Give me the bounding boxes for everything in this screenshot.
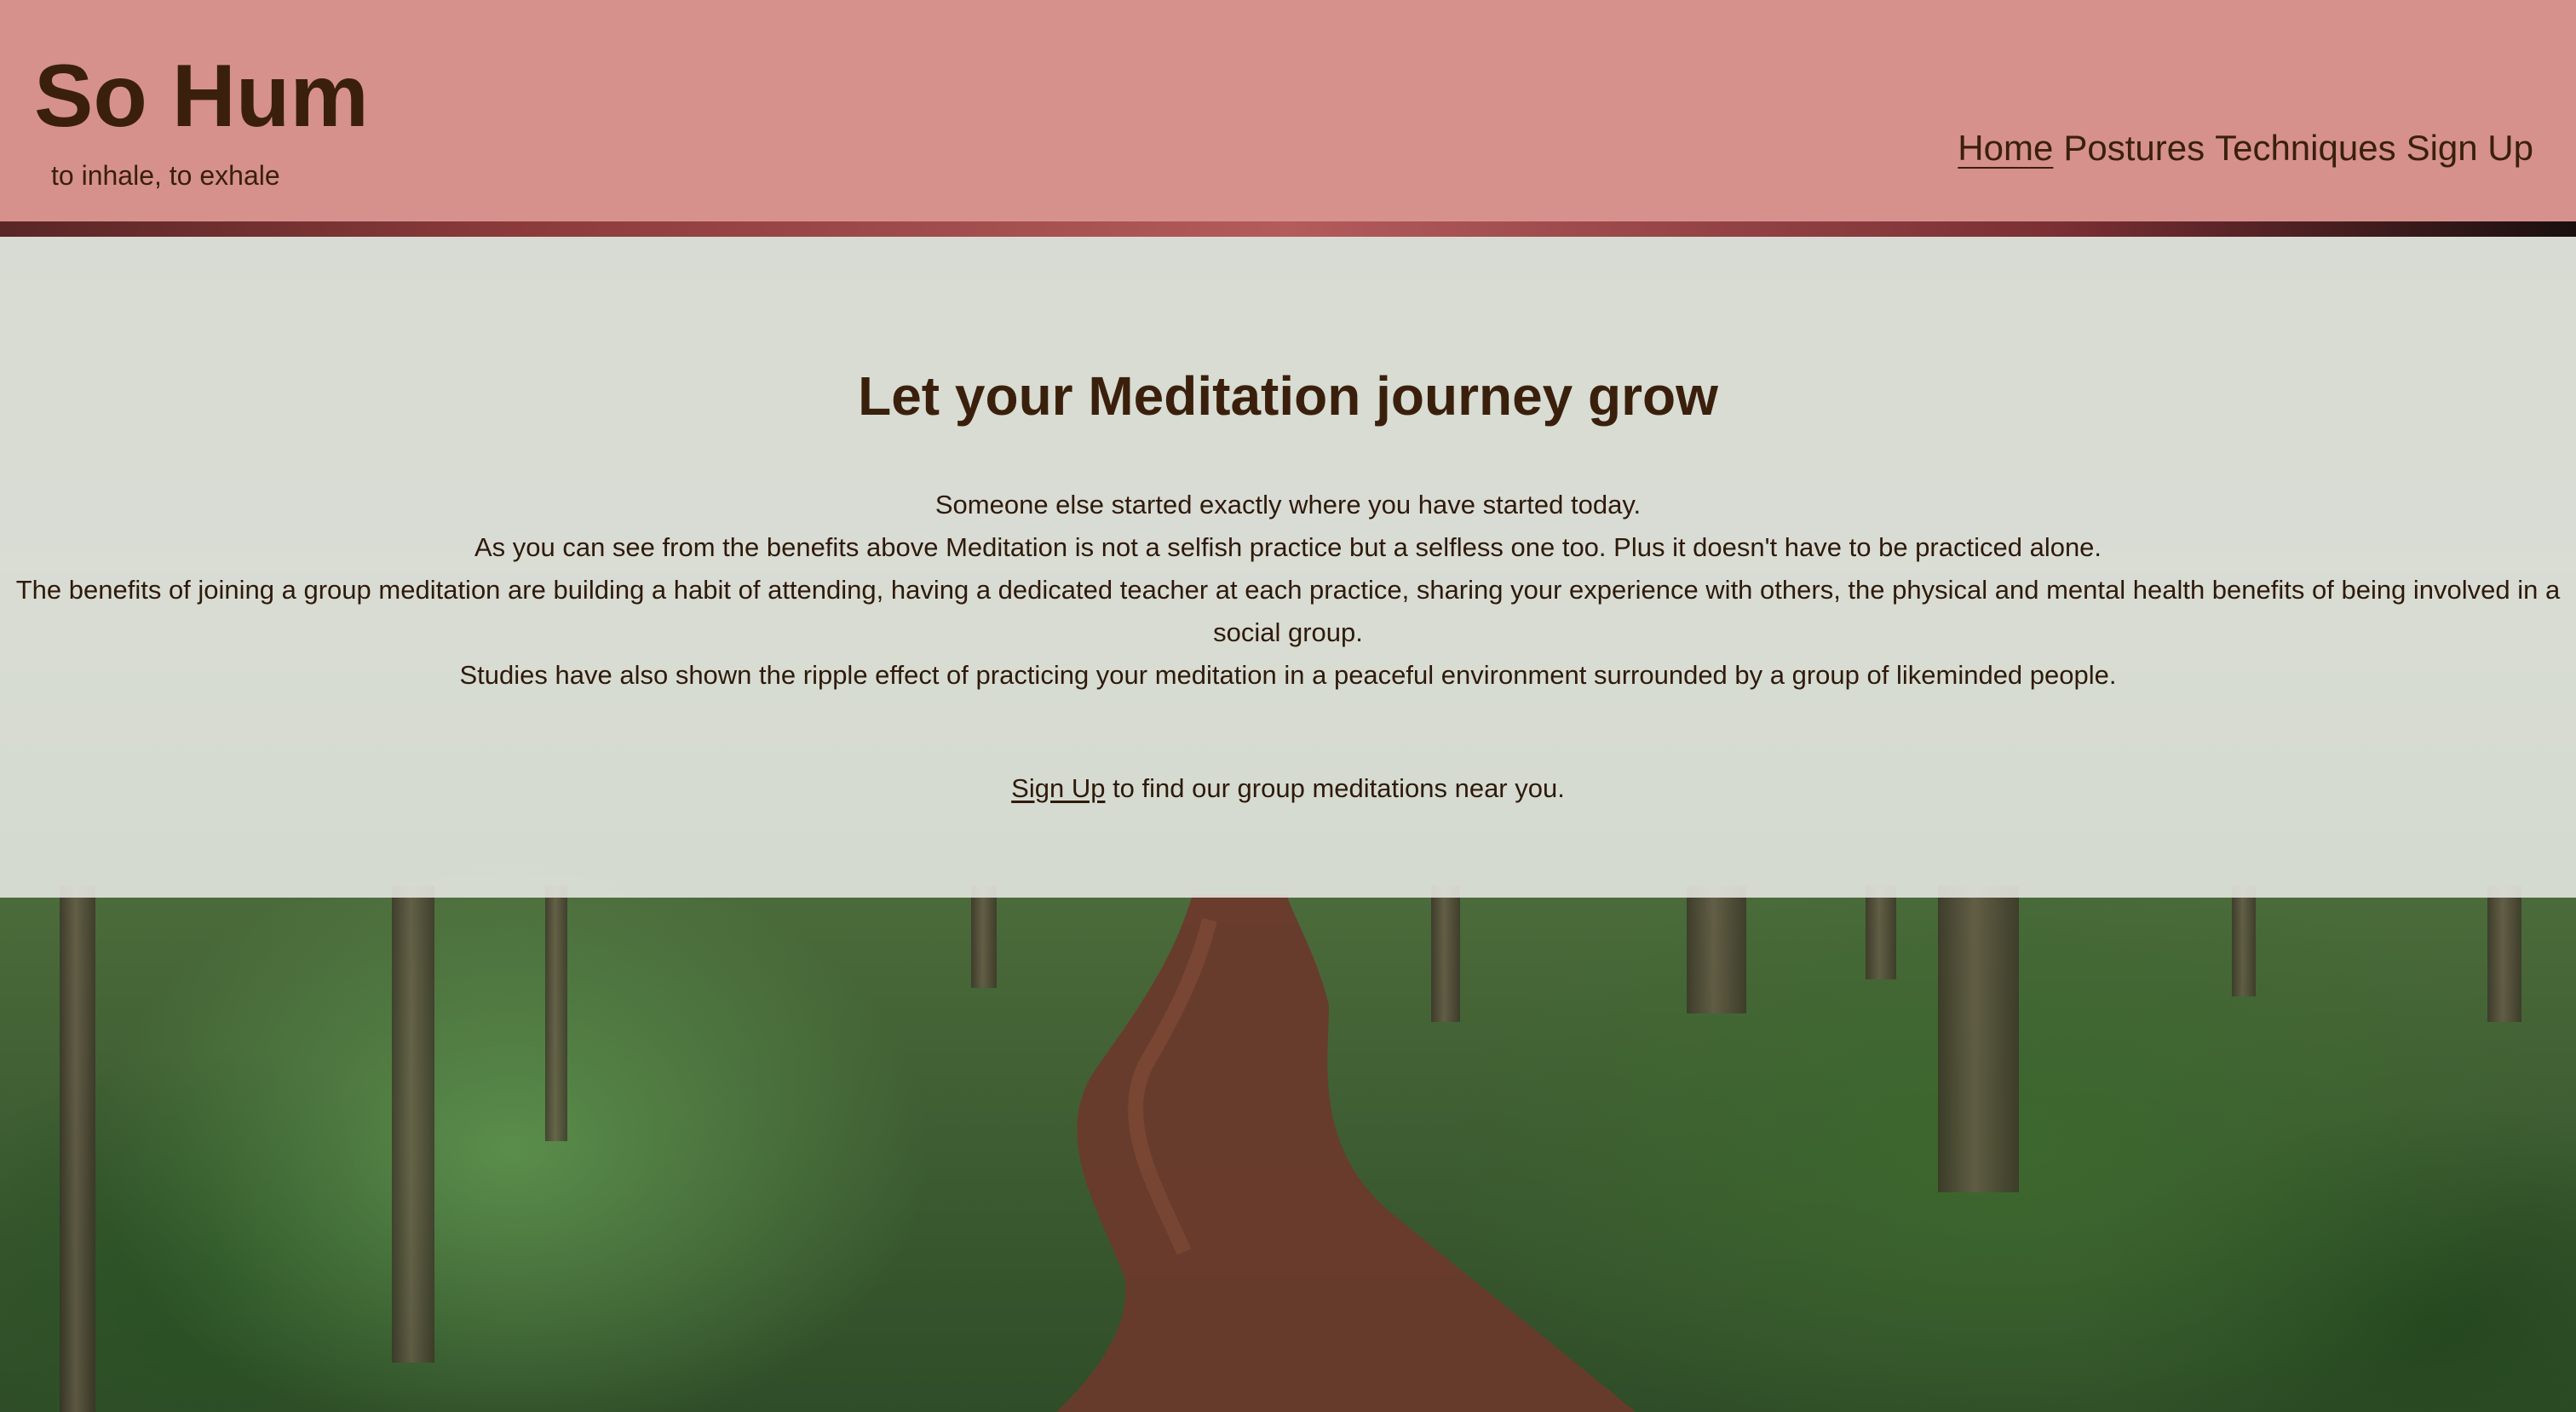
nav-postures-link[interactable]: Postures	[2063, 128, 2205, 169]
header-divider	[0, 221, 2576, 237]
content-panel: Let your Meditation journey grow Someone…	[0, 237, 2576, 898]
paragraph: The benefits of joining a group meditati…	[15, 575, 2561, 647]
paragraph: Someone else started exactly where you h…	[934, 490, 1642, 519]
site-header: So Hum to inhale, to exhale Home Posture…	[0, 0, 2576, 221]
signup-cta: Sign Up to find our group meditations ne…	[0, 767, 2576, 810]
signup-cta-text: to find our group meditations near you.	[1105, 773, 1565, 803]
section-copy: Someone else started exactly where you h…	[0, 484, 2576, 697]
nav-techniques-link[interactable]: Techniques	[2215, 128, 2395, 169]
site-title[interactable]: So Hum	[34, 48, 369, 146]
nav-home-link[interactable]: Home	[1958, 128, 2053, 169]
signup-link[interactable]: Sign Up	[1011, 773, 1105, 803]
main-nav: Home Postures Techniques Sign Up	[1958, 128, 2533, 169]
paragraph: As you can see from the benefits above M…	[474, 532, 2102, 562]
section-heading: Let your Meditation journey grow	[858, 365, 1718, 427]
nav-signup-link[interactable]: Sign Up	[2406, 128, 2533, 169]
site-tagline: to inhale, to exhale	[51, 160, 280, 191]
paragraph: Studies have also shown the ripple effec…	[459, 660, 2117, 690]
